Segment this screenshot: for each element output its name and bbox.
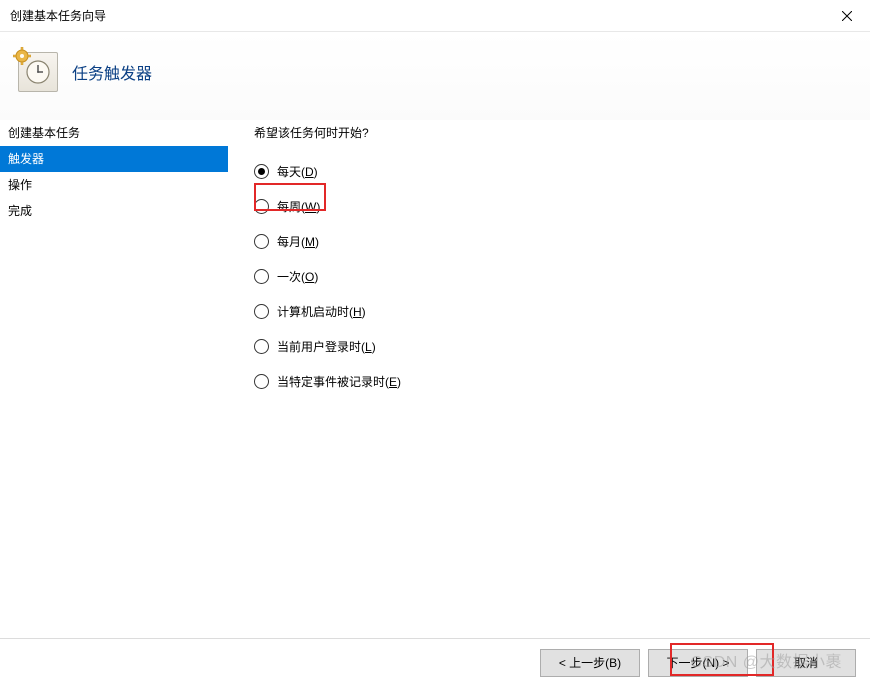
trigger-option-1[interactable]: 每周(W) [254,189,850,224]
gear-icon [13,47,31,65]
cancel-button[interactable]: 取消 [756,649,856,677]
radio-label: 当前用户登录时(L) [277,338,376,355]
radio-icon [254,199,269,214]
wizard-body: 创建基本任务触发器操作完成 希望该任务何时开始? 每天(D) 每周(W) 每月(M)… [0,120,870,618]
trigger-option-0[interactable]: 每天(D) [254,154,850,189]
wizard-content: 希望该任务何时开始? 每天(D) 每周(W) 每月(M) 一次(O) 计算机启动时(H)… [228,120,870,618]
close-icon [842,11,852,21]
back-button[interactable]: < 上一步(B) [540,649,640,677]
radio-icon [254,304,269,319]
next-button[interactable]: 下一步(N) > [648,649,748,677]
trigger-option-4[interactable]: 计算机启动时(H) [254,294,850,329]
trigger-option-2[interactable]: 每月(M) [254,224,850,259]
titlebar: 创建基本任务向导 [0,0,870,32]
radio-icon [254,164,269,179]
wizard-footer: < 上一步(B) 下一步(N) > 取消 [0,638,870,686]
radio-icon [254,339,269,354]
window-title: 创建基本任务向导 [10,7,106,24]
sidebar-item-1[interactable]: 触发器 [0,146,228,172]
trigger-option-6[interactable]: 当特定事件被记录时(E) [254,364,850,399]
close-button[interactable] [824,0,870,32]
wizard-header: 任务触发器 [0,32,870,120]
trigger-prompt: 希望该任务何时开始? [254,120,850,146]
scheduler-icon [18,52,58,92]
trigger-option-5[interactable]: 当前用户登录时(L) [254,329,850,364]
trigger-option-3[interactable]: 一次(O) [254,259,850,294]
radio-label: 每周(W) [277,198,320,215]
sidebar-item-3[interactable]: 完成 [0,198,228,224]
radio-label: 一次(O) [277,268,318,285]
radio-label: 计算机启动时(H) [277,303,366,320]
wizard-sidebar: 创建基本任务触发器操作完成 [0,120,228,618]
radio-label: 每月(M) [277,233,319,250]
trigger-options: 每天(D) 每周(W) 每月(M) 一次(O) 计算机启动时(H) 当前用户登录时(L) 当… [254,154,850,399]
radio-icon [254,234,269,249]
radio-icon [254,374,269,389]
wizard-header-title: 任务触发器 [72,60,152,84]
sidebar-item-2[interactable]: 操作 [0,172,228,198]
sidebar-item-0[interactable]: 创建基本任务 [0,120,228,146]
radio-label: 每天(D) [277,163,318,180]
radio-label: 当特定事件被记录时(E) [277,373,401,390]
radio-icon [254,269,269,284]
